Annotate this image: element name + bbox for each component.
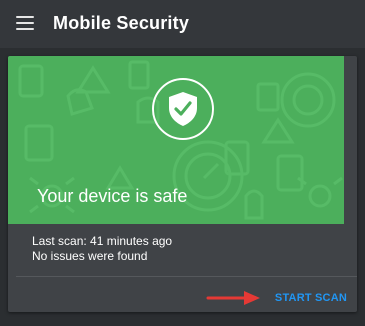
- app-bar: Mobile Security: [0, 0, 365, 48]
- status-headline: Your device is safe: [37, 186, 188, 206]
- last-scan-text: Last scan: 41 minutes ago: [32, 234, 173, 248]
- status-banner: Your device is safe: [8, 56, 344, 224]
- shield-check-icon: [152, 78, 214, 140]
- issues-text: No issues were found: [32, 249, 148, 263]
- scan-info: Last scan: 41 minutes ago No issues were…: [32, 234, 172, 264]
- start-scan-button[interactable]: START SCAN: [275, 292, 347, 304]
- app-title: Mobile Security: [53, 13, 190, 33]
- hamburger-menu-icon[interactable]: [16, 16, 34, 30]
- arrow-right-icon: [206, 291, 260, 305]
- card-divider: [16, 276, 357, 277]
- status-card: Your device is safe Last scan: 41 minute…: [8, 56, 357, 312]
